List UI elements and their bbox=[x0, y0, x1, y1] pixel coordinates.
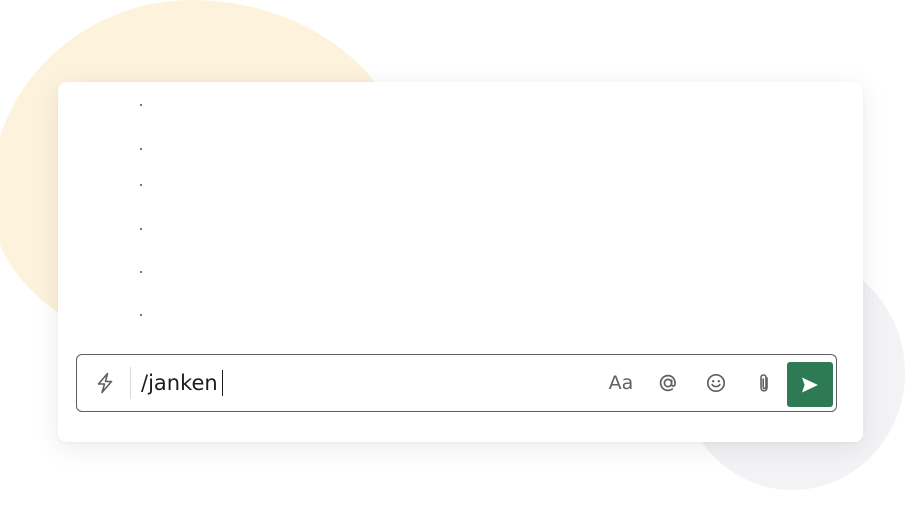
message-input-value: /janken bbox=[141, 371, 218, 395]
placeholder-dot bbox=[140, 228, 142, 230]
placeholder-dot bbox=[140, 104, 142, 106]
composer-divider bbox=[130, 367, 131, 399]
lightning-bolt-icon bbox=[97, 372, 113, 394]
stage: /janken Aa bbox=[0, 0, 913, 507]
formatting-label: Aa bbox=[608, 372, 634, 394]
formatting-button[interactable]: Aa bbox=[606, 369, 636, 397]
placeholder-dot bbox=[140, 271, 142, 273]
placeholder-dot bbox=[140, 184, 142, 186]
placeholder-dot bbox=[140, 314, 142, 316]
smiley-face-icon bbox=[706, 373, 726, 393]
mention-button[interactable] bbox=[653, 369, 683, 397]
paperclip-icon bbox=[760, 374, 768, 392]
text-caret bbox=[221, 370, 224, 396]
send-button[interactable] bbox=[787, 362, 833, 407]
paper-plane-icon bbox=[802, 377, 818, 392]
emoji-button[interactable] bbox=[701, 369, 731, 397]
shortcuts-button[interactable] bbox=[91, 369, 119, 397]
message-list-placeholder bbox=[140, 82, 150, 342]
placeholder-dot bbox=[140, 148, 142, 150]
message-input[interactable]: /janken bbox=[141, 370, 224, 396]
message-composer[interactable]: /janken Aa bbox=[76, 354, 837, 412]
message-card: /janken Aa bbox=[58, 82, 863, 442]
attach-button[interactable] bbox=[749, 369, 779, 397]
at-sign-icon bbox=[659, 374, 676, 392]
